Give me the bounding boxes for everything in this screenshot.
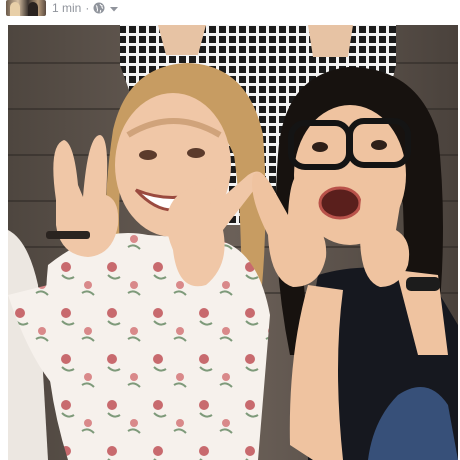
globe-icon[interactable]	[93, 2, 105, 14]
post-timestamp[interactable]: 1 min	[52, 1, 81, 15]
chevron-down-icon[interactable]	[109, 3, 119, 13]
watch	[406, 277, 440, 291]
right-woman-open-mouth	[318, 186, 362, 220]
post-photo[interactable]	[8, 25, 458, 460]
post-header: 1 min ·	[0, 0, 460, 22]
meta-separator: ·	[85, 1, 90, 15]
avatar[interactable]	[6, 0, 46, 16]
post-meta: 1 min ·	[52, 1, 119, 15]
